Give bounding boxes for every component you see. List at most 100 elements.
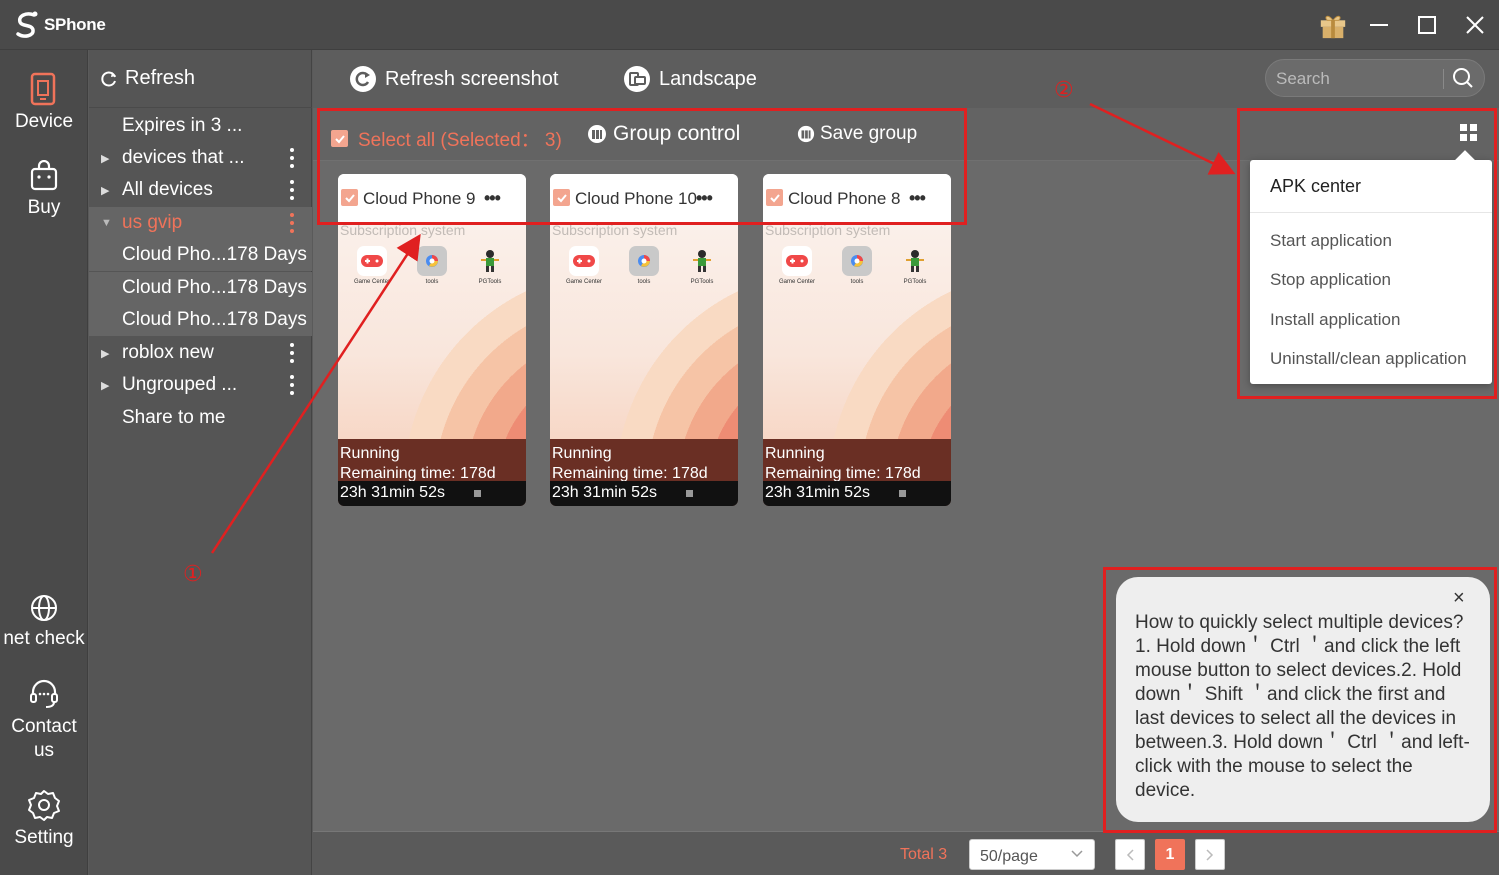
gamepad-icon [782, 246, 812, 276]
device-navbar: 23h 31min 52s [763, 481, 951, 506]
collapse-arrow-icon[interactable]: ▼ [101, 217, 112, 229]
nav-contact-us-label: Contact us [11, 716, 77, 761]
sphone-logo-icon [16, 11, 38, 38]
device-list-item[interactable]: Cloud Pho...178 Days [89, 239, 312, 271]
expand-arrow-icon[interactable]: ▶ [101, 347, 109, 360]
search-input[interactable] [1276, 67, 1436, 91]
nav-setting[interactable]: Setting [0, 788, 88, 850]
refresh-screenshot-label: Refresh screenshot [385, 67, 559, 90]
app-label: tools [637, 279, 651, 285]
recent-apps-icon [474, 490, 481, 497]
device-list-item[interactable]: Cloud Pho...178 Days [89, 272, 312, 304]
remaining-time-detail: 23h 31min 52s [765, 484, 870, 501]
app-pgtools: PGTools [895, 246, 935, 285]
app-tools: tools [412, 246, 452, 285]
expand-arrow-icon[interactable]: ▶ [101, 379, 109, 392]
group-devices-that[interactable]: ▶ devices that ... [89, 142, 312, 174]
remaining-time-detail: 23h 31min 52s [552, 484, 657, 501]
group-ungrouped[interactable]: ▶ Ungrouped ... [89, 369, 312, 401]
app-label: tools [850, 279, 864, 285]
app-tools: tools [624, 246, 664, 285]
app-label: PGTools [903, 279, 927, 285]
app-game-center: Game Center [352, 246, 392, 285]
device-status: Running [340, 445, 400, 462]
tools-icon [417, 246, 447, 276]
group-menu-icon[interactable] [286, 213, 298, 233]
chevron-right-icon [1206, 848, 1214, 861]
left-nav: Device Buy net check Contact us Setting [0, 50, 88, 875]
group-menu-icon[interactable] [286, 180, 298, 200]
group-expires[interactable]: Expires in 3 ... [89, 110, 312, 142]
device-screenshot[interactable]: Subscription system Game Center tools PG… [763, 222, 951, 442]
device-label: Cloud Pho...178 Days [122, 309, 307, 330]
device-status: Running [552, 445, 612, 462]
app-game-center: Game Center [564, 246, 604, 285]
device-screenshot[interactable]: Subscription system Game Center tools PG… [550, 222, 738, 442]
device-label: Cloud Pho...178 Days [122, 277, 307, 298]
page-size-select[interactable]: 50/page [969, 839, 1095, 870]
group-us-gvip[interactable]: ▼ us gvip [89, 207, 312, 239]
app-logo: SPhone [12, 8, 106, 42]
refresh-screenshot-button[interactable]: Refresh screenshot [349, 65, 558, 93]
landscape-button[interactable]: Landscape [623, 65, 757, 93]
gamepad-icon [357, 246, 387, 276]
gift-icon[interactable] [1318, 10, 1348, 40]
pgtools-icon [687, 246, 717, 276]
main-toolbar: Refresh screenshot Landscape [313, 50, 1499, 108]
chevron-left-icon [1126, 848, 1134, 861]
page-number-button[interactable]: 1 [1155, 839, 1185, 870]
group-menu-icon[interactable] [286, 148, 298, 168]
group-roblox-new[interactable]: ▶ roblox new [89, 337, 312, 369]
device-label: Cloud Pho...178 Days [122, 244, 307, 265]
landscape-label: Landscape [659, 67, 757, 90]
app-label: Game Center [778, 279, 815, 285]
device-navbar: 23h 31min 52s [550, 481, 738, 506]
group-label: Ungrouped ... [122, 374, 238, 395]
recent-apps-icon [686, 490, 693, 497]
nav-device[interactable]: Device [0, 72, 88, 134]
nav-device-label: Device [14, 111, 74, 132]
device-list-item[interactable]: Cloud Pho...178 Days [89, 304, 312, 336]
group-panel: Refresh Expires in 3 ... ▶ devices that … [89, 50, 312, 875]
maximize-button[interactable] [1412, 10, 1442, 40]
device-status-panel: Running Remaining time: 178d 23h 31min 5… [338, 439, 526, 506]
app-label: PGTools [478, 279, 502, 285]
remaining-time-detail: 23h 31min 52s [340, 484, 445, 501]
shopping-bag-icon [30, 160, 58, 191]
device-status-panel: Running Remaining time: 178d 23h 31min 5… [763, 439, 951, 506]
minimize-button[interactable] [1364, 10, 1394, 40]
group-label: All devices [122, 179, 213, 200]
pgtools-icon [475, 246, 505, 276]
expand-arrow-icon[interactable]: ▶ [101, 152, 109, 165]
nav-buy-label: Buy [27, 197, 61, 218]
refresh-label: Refresh [125, 67, 196, 89]
next-page-button[interactable] [1195, 839, 1225, 870]
prev-page-button[interactable] [1115, 839, 1145, 870]
app-title: SPhone [44, 15, 106, 34]
annotation-box-apk-center [1237, 108, 1497, 399]
pgtools-icon [900, 246, 930, 276]
app-label: Game Center [353, 279, 390, 285]
device-status: Running [765, 445, 825, 462]
nav-contact-us[interactable]: Contact us [0, 677, 88, 763]
close-window-button[interactable] [1460, 10, 1490, 40]
group-menu-icon[interactable] [286, 375, 298, 395]
headset-icon [30, 679, 58, 708]
group-all-devices[interactable]: ▶ All devices [89, 174, 312, 206]
group-menu-icon[interactable] [286, 343, 298, 363]
device-screenshot[interactable]: Subscription system Game Center tools PG… [338, 222, 526, 442]
page-size-value: 50/page [980, 848, 1038, 865]
expand-arrow-icon[interactable]: ▶ [101, 184, 109, 197]
gear-icon [28, 790, 60, 821]
refresh-button[interactable]: Refresh [89, 50, 312, 108]
group-label: devices that ... [122, 147, 245, 168]
recent-apps-icon [899, 490, 906, 497]
nav-net-check-label: net check [3, 628, 85, 649]
search-icon[interactable] [1452, 67, 1474, 89]
nav-buy[interactable]: Buy [0, 160, 88, 220]
app-tools: tools [837, 246, 877, 285]
group-label: roblox new [122, 342, 214, 363]
tools-icon [842, 246, 872, 276]
group-share-to-me[interactable]: Share to me [89, 402, 312, 434]
nav-net-check[interactable]: net check [0, 593, 88, 651]
